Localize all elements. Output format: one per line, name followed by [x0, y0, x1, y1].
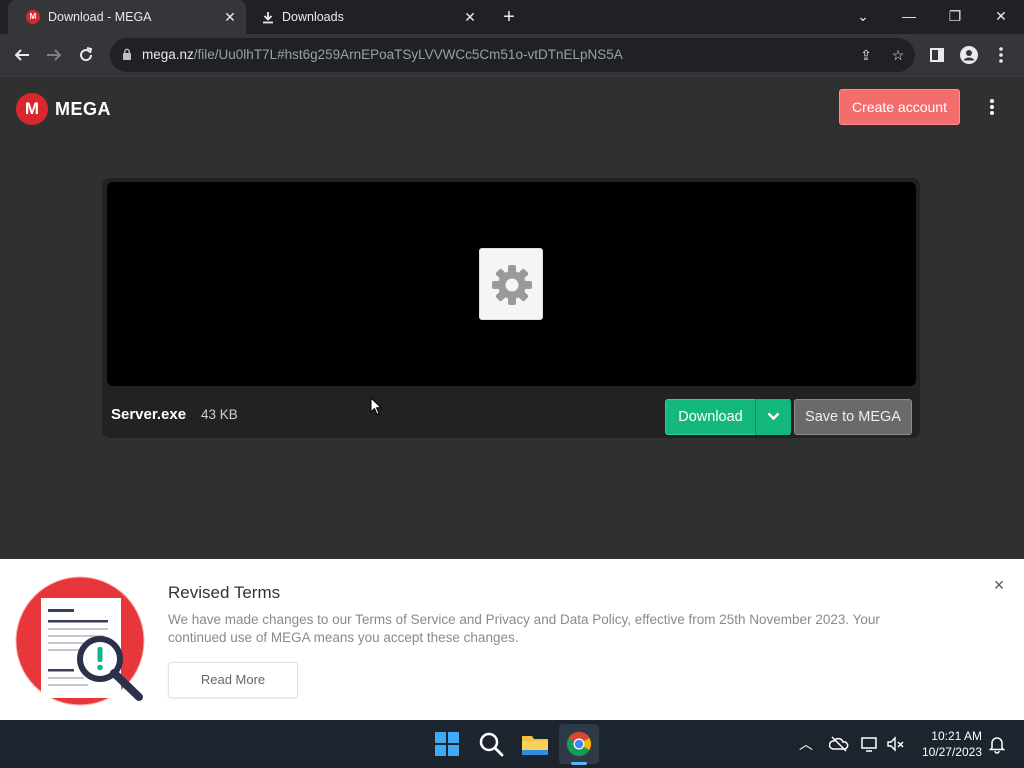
download-icon	[263, 11, 273, 23]
volume-muted-icon[interactable]	[886, 734, 906, 754]
bookmark-star-icon[interactable]: ☆	[889, 46, 907, 64]
tab-search-icon[interactable]: ⌄	[840, 0, 886, 34]
restore-button[interactable]: ❐	[932, 0, 978, 34]
site-menu-button[interactable]	[982, 97, 1002, 121]
mega-logo[interactable]: M MEGA	[16, 93, 111, 125]
create-account-button[interactable]: Create account	[839, 89, 960, 125]
tab-title: Downloads	[282, 10, 344, 24]
file-card: Server.exe 43 KB Download Save to MEGA	[102, 178, 920, 438]
notification-bell-icon[interactable]	[987, 734, 1007, 754]
new-tab-button[interactable]: +	[497, 6, 521, 28]
browser-toolbar: mega.nz/file/Uu0lhT7L#hst6g259ArnEPoaTSy…	[0, 34, 1024, 77]
tab-mega-download[interactable]: M Download - MEGA ✕	[8, 0, 246, 34]
tab-strip: M Download - MEGA ✕ Downloads ✕ + ⌄ — ❐ …	[0, 0, 1024, 34]
system-clock[interactable]: 10:21 AM 10/27/2023	[918, 728, 982, 760]
gear-icon	[492, 265, 532, 305]
tab-close-icon[interactable]: ✕	[462, 9, 478, 25]
read-more-button[interactable]: Read More	[168, 662, 298, 698]
mouse-cursor-icon	[370, 397, 382, 416]
tab-close-icon[interactable]: ✕	[222, 9, 238, 25]
kebab-menu-icon	[999, 47, 1003, 63]
share-icon[interactable]: ⇪	[857, 46, 875, 64]
minimize-button[interactable]: —	[886, 0, 932, 34]
mega-logo-mark-icon: M	[16, 93, 48, 125]
url-path: /file/Uu0lhT7L#hst6g259ArnEPoaTSyLVVWCc5…	[193, 47, 623, 62]
file-explorer-icon[interactable]	[519, 728, 551, 760]
revised-terms-banner: Revised Terms We have made changes to ou…	[0, 559, 1024, 720]
chrome-icon[interactable]	[563, 728, 595, 760]
save-to-mega-button[interactable]: Save to MEGA	[794, 399, 912, 435]
back-arrow-icon	[14, 49, 29, 61]
download-label: Download	[678, 409, 743, 425]
address-bar[interactable]: mega.nz/file/Uu0lhT7L#hst6g259ArnEPoaTSy…	[110, 38, 915, 72]
tab-downloads[interactable]: Downloads ✕	[250, 0, 486, 34]
reload-icon	[80, 47, 93, 62]
file-preview	[107, 182, 916, 386]
download-options-button[interactable]	[755, 399, 791, 435]
tab-title: Download - MEGA	[48, 10, 152, 24]
file-name: Server.exe	[111, 406, 187, 423]
generic-file-icon	[479, 248, 543, 320]
banner-title: Revised Terms	[168, 583, 281, 602]
url-text: mega.nz/file/Uu0lhT7L#hst6g259ArnEPoaTSy…	[142, 47, 623, 62]
forward-button[interactable]	[39, 40, 69, 70]
lock-icon	[123, 48, 131, 60]
windows-taskbar: ︿ 10:21 AM 10/27/2023	[0, 720, 1024, 768]
windows-start-icon[interactable]	[431, 728, 463, 760]
url-host: mega.nz	[142, 47, 194, 62]
terms-document-magnifier-icon	[15, 576, 145, 706]
clock-time: 10:21 AM	[931, 729, 982, 743]
browser-menu-button[interactable]	[986, 40, 1016, 70]
network-icon[interactable]	[860, 734, 880, 754]
side-panel-button[interactable]	[922, 40, 952, 70]
reload-button[interactable]	[71, 40, 101, 70]
close-window-button[interactable]: ✕	[978, 0, 1024, 34]
profile-icon	[960, 46, 978, 64]
active-app-indicator	[571, 762, 587, 765]
page-content: M MEGA Create account Server.exe 43 KB D…	[0, 77, 1024, 559]
mega-favicon-icon: M	[26, 10, 40, 24]
search-icon[interactable]	[475, 728, 507, 760]
banner-text: We have made changes to our Terms of Ser…	[168, 612, 880, 645]
chevron-down-icon	[767, 412, 780, 421]
show-hidden-icons-chevron-icon[interactable]: ︿	[796, 734, 816, 754]
back-button[interactable]	[7, 40, 37, 70]
banner-close-icon[interactable]: ×	[989, 575, 1009, 595]
forward-arrow-icon	[47, 49, 62, 61]
side-panel-icon	[930, 48, 944, 62]
profile-button[interactable]	[954, 40, 984, 70]
mega-logo-text: MEGA	[55, 98, 111, 119]
clock-date: 10/27/2023	[921, 745, 982, 759]
onedrive-offline-icon[interactable]	[829, 734, 849, 754]
file-size: 43 KB	[201, 407, 238, 422]
